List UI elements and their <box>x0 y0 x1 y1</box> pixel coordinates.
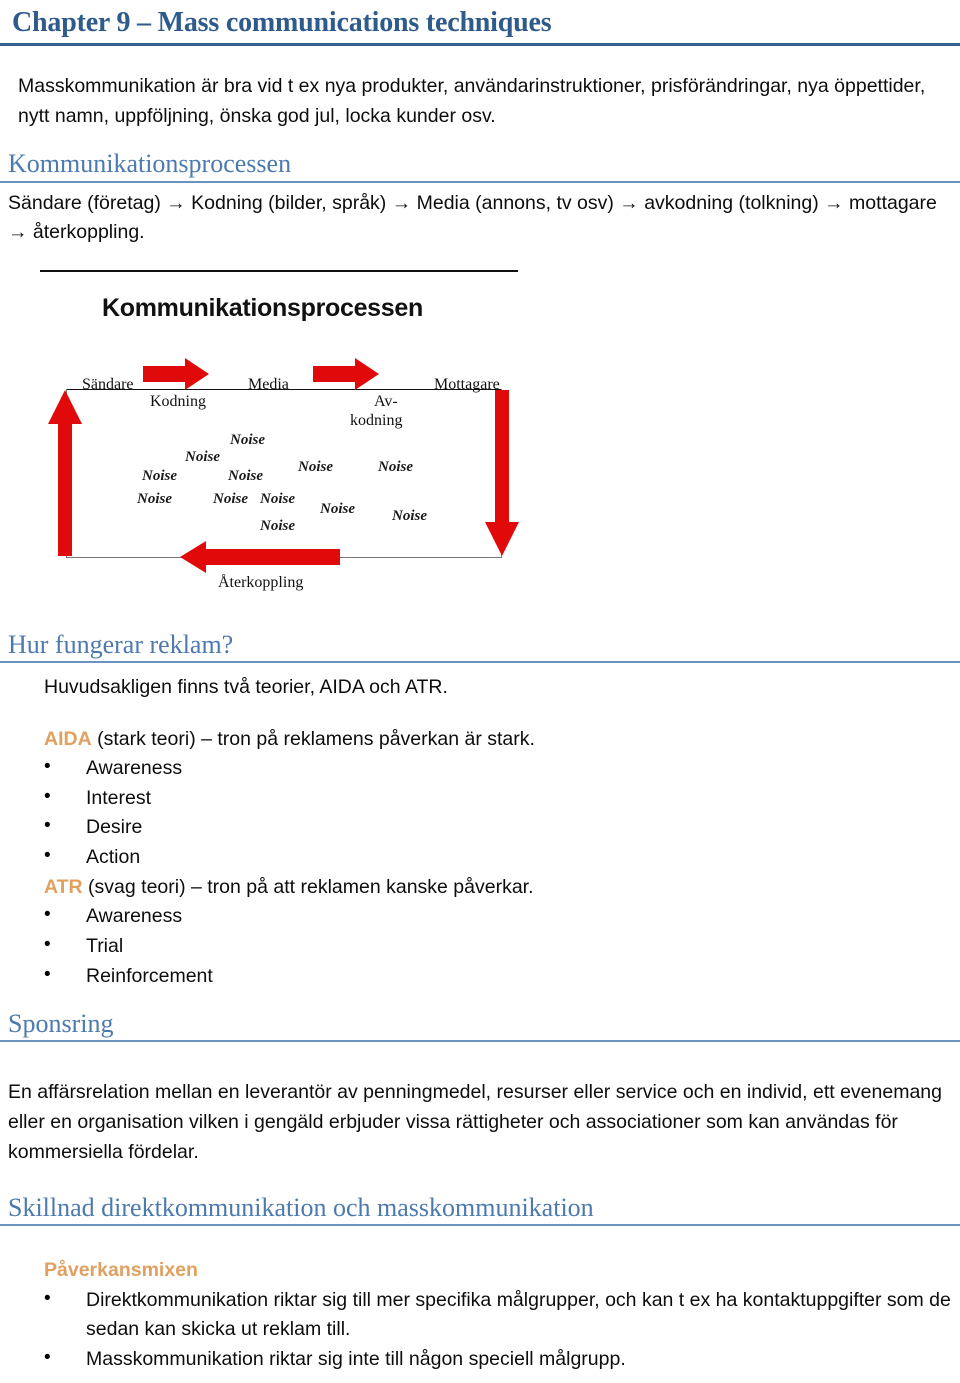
heading-kommunikationsprocessen: Kommunikationsprocessen <box>8 149 292 179</box>
list-item: Reinforcement <box>0 961 960 992</box>
aida-label: AIDA <box>44 727 92 750</box>
atr-description: (svag teori) – tron på att reklamen kans… <box>82 875 534 898</box>
list-item: Action <box>0 842 960 873</box>
diagram-noise-label: Noise <box>378 458 413 475</box>
arrow-up-sandare-icon <box>48 389 82 556</box>
subheading-paverkansmixen: Påverkansmixen <box>44 1259 198 1282</box>
arrow-down-mottagare-icon <box>485 389 519 556</box>
intro-paragraph: Masskommunikation är bra vid t ex nya pr… <box>18 75 926 127</box>
atr-label: ATR <box>44 875 83 898</box>
heading-sponsring: Sponsring <box>8 1009 114 1039</box>
list-item: Interest <box>0 783 960 814</box>
heading-hur-fungerar-reklam: Hur fungerar reklam? <box>8 629 234 659</box>
arrow-right-avkodning-icon <box>313 357 379 390</box>
diagram-noise-label: Noise <box>230 431 265 448</box>
kommunikationsprocessen-diagram: Kommunikationsprocessen Sändare Kodning … <box>30 285 550 616</box>
aida-line: AIDA (stark teori) – tron på reklamens p… <box>0 725 960 755</box>
diagram-noise-label: Noise <box>137 490 172 507</box>
page-title: Chapter 9 – Mass communications techniqu… <box>12 7 552 38</box>
aida-description: (stark teori) – tron på reklamens påverk… <box>91 727 535 750</box>
diagram-noise-label: Noise <box>392 507 427 524</box>
aida-list: Awareness Interest Desire Action <box>0 753 960 873</box>
list-item: Masskommunikation riktar sig inte till n… <box>0 1344 960 1375</box>
arrow-left-aterkoppling-icon <box>180 540 340 573</box>
list-item: Awareness <box>0 901 960 932</box>
list-item: Trial <box>0 931 960 962</box>
document-page: Chapter 9 – Mass communications techniqu… <box>0 0 960 1383</box>
diagram-label-media: Media <box>248 375 289 393</box>
list-item: Desire <box>0 812 960 843</box>
diagram-label-mottagare: Mottagare <box>434 375 500 393</box>
paragraph-hur-fungerar-reklam: Huvudsakligen finns två teorier, AIDA oc… <box>44 675 448 698</box>
diagram-label-aterkoppling: Återkoppling <box>218 573 304 591</box>
diagram-noise-label: Noise <box>260 517 295 534</box>
paragraph-sponsring: En affärsrelation mellan en leverantör a… <box>8 1081 942 1163</box>
diagram-noise-label: Noise <box>142 467 177 484</box>
diagram-label-avkodning-line2: kodning <box>350 411 403 429</box>
diagram-label-avkodning-line1: Av- <box>374 392 398 410</box>
diagram-label-sandare: Sändare <box>82 375 134 393</box>
arrow-right-kodning-icon <box>143 357 209 390</box>
paragraph-kommunikationsprocessen: Sändare (företag) → Kodning (bilder, spr… <box>8 191 937 244</box>
diagram-noise-label: Noise <box>298 458 333 475</box>
diagram-noise-label: Noise <box>320 500 355 517</box>
list-item: Awareness <box>0 753 960 784</box>
list-item: Direktkommunikation riktar sig till mer … <box>0 1285 960 1345</box>
diagram-noise-label: Noise <box>213 490 248 507</box>
diagram-noise-label: Noise <box>185 448 220 465</box>
atr-list: Awareness Trial Reinforcement <box>0 901 960 992</box>
heading-skillnad: Skillnad direktkommunikation och masskom… <box>8 1193 594 1223</box>
skillnad-list: Direktkommunikation riktar sig till mer … <box>0 1285 960 1375</box>
diagram-noise-label: Noise <box>260 490 295 507</box>
diagram-noise-label: Noise <box>228 467 263 484</box>
diagram-title: Kommunikationsprocessen <box>102 293 423 322</box>
diagram-label-kodning: Kodning <box>150 392 206 410</box>
atr-line: ATR (svag teori) – tron på att reklamen … <box>0 873 960 903</box>
